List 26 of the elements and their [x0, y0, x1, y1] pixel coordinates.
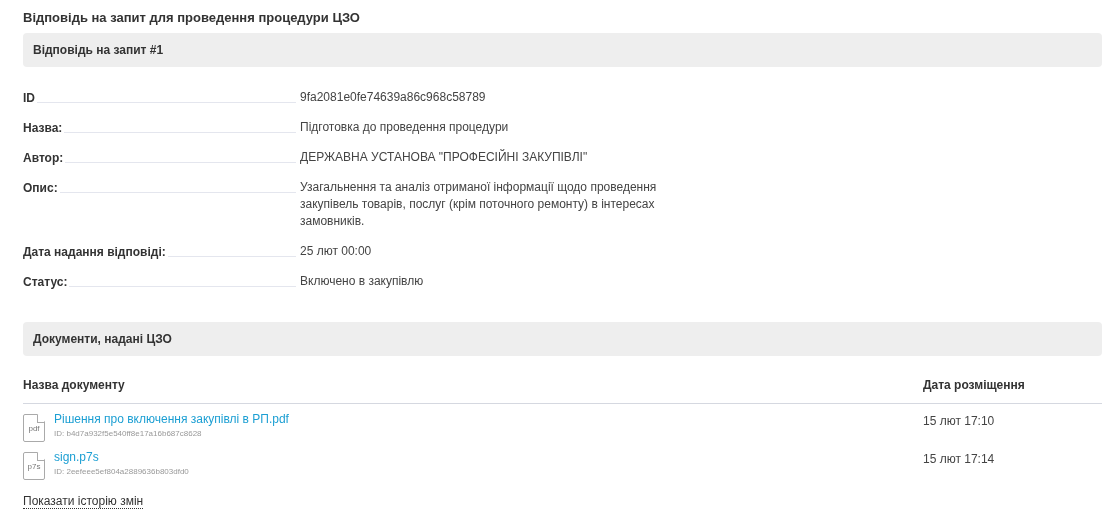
file-icon: pdf: [23, 414, 45, 442]
field-value: Підготовка до проведення процедури: [300, 119, 510, 136]
field-label: Статус:: [23, 275, 68, 289]
column-header: Дата розміщення: [923, 378, 1026, 392]
field-value: 9fa2081e0fe74639a86c968c58789: [300, 89, 487, 106]
document-id: ID: 2eefeee5ef804a2889636b803dfd0: [54, 467, 189, 476]
column-header: Назва документу: [23, 378, 125, 392]
field-label: Назва:: [23, 121, 63, 135]
field-value: 25 лют 00:00: [300, 243, 373, 260]
document-date: 15 лют 17:10: [923, 413, 996, 430]
document-link[interactable]: sign.p7s: [54, 450, 189, 464]
file-icon: p7s: [23, 452, 45, 480]
field-value: ДЕРЖАВНА УСТАНОВА "ПРОФЕСІЙНІ ЗАКУПІВЛІ": [300, 149, 589, 166]
section-header: Документи, надані ЦЗО: [23, 322, 1102, 356]
field-value: Включено в закупівлю: [300, 273, 425, 290]
history-link[interactable]: Показати історію змін: [23, 494, 144, 509]
document-link[interactable]: Рішення про включення закупівлі в РП.pdf: [54, 412, 289, 426]
field-label: ID: [23, 91, 35, 105]
field-label: Опис:: [23, 181, 58, 195]
section-header: Відповідь на запит #1: [23, 33, 1102, 67]
field-label: Дата надання відповіді:: [23, 245, 166, 259]
document-date: 15 лют 17:14: [923, 451, 996, 468]
field-value: Узагальнення та аналіз отриманої інформації щодо проведення закупівель товарів, послуг (крім поточного ремонту) в інтересах замовників.: [300, 179, 658, 230]
document-id: ID: b4d7a932f5e540ff8e17a16b687c8628: [54, 429, 203, 438]
page-title: Відповідь на запит для проведення процедури ЦЗО: [23, 10, 361, 25]
field-label: Автор:: [23, 151, 64, 165]
